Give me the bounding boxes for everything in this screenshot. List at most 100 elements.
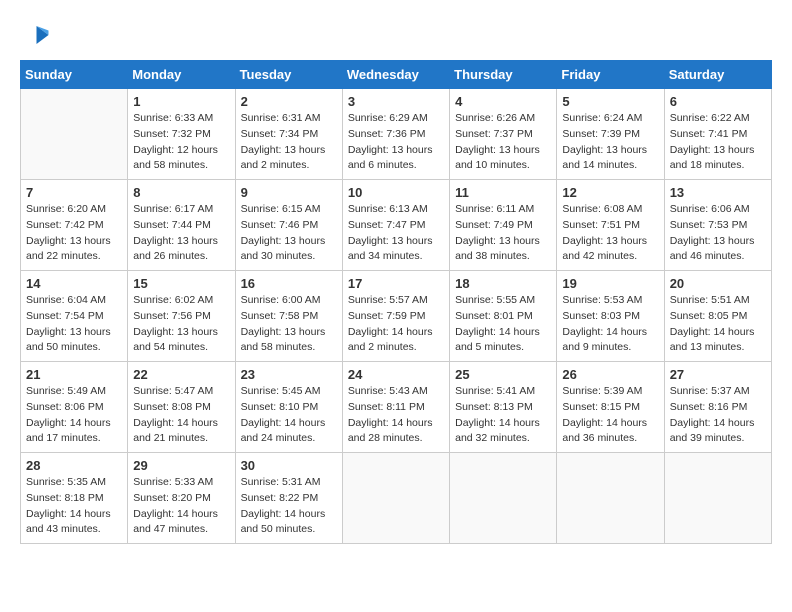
weekday-header: Monday [128,61,235,89]
day-number: 8 [133,185,229,200]
day-number: 22 [133,367,229,382]
calendar-cell [342,453,449,544]
calendar-cell: 10 Sunrise: 6:13 AMSunset: 7:47 PMDayligh… [342,180,449,271]
page-header [20,20,772,50]
calendar-cell: 29Sunrise: 5:33 AMSunset: 8:20 PMDayligh… [128,453,235,544]
weekday-header: Sunday [21,61,128,89]
calendar-cell: 16 Sunrise: 6:00 AMSunset: 7:58 PMDayligh… [235,271,342,362]
calendar-week-row: 28 Sunrise: 5:35 AMSunset: 8:18 PMDayligh… [21,453,772,544]
calendar-week-row: 7 Sunrise: 6:20 AMSunset: 7:42 PMDaylight… [21,180,772,271]
day-number: 21 [26,367,122,382]
day-info: Sunrise: 6:26 AMSunset: 7:37 PMDaylight:… [455,111,551,174]
calendar-cell: 6 Sunrise: 6:22 AMSunset: 7:41 PMDaylight… [664,89,771,180]
day-info: Sunrise: 6:15 AMSunset: 7:46 PMDaylight:… [241,202,337,265]
calendar-cell: 26 Sunrise: 5:39 AMSunset: 8:15 PMDayligh… [557,362,664,453]
calendar-cell: 13 Sunrise: 6:06 AMSunset: 7:53 PMDayligh… [664,180,771,271]
logo-icon [20,20,50,50]
day-info: Sunrise: 5:57 AMSunset: 7:59 PMDaylight:… [348,293,444,356]
day-number: 19 [562,276,658,291]
calendar-cell: 15Sunrise: 6:02 AMSunset: 7:56 PMDayligh… [128,271,235,362]
day-info: Sunrise: 6:17 AMSunset: 7:44 PMDaylight:… [133,202,229,265]
day-number: 3 [348,94,444,109]
day-number: 4 [455,94,551,109]
day-info: Sunrise: 6:20 AMSunset: 7:42 PMDaylight:… [26,202,122,265]
calendar-cell [450,453,557,544]
calendar-cell: 12 Sunrise: 6:08 AMSunset: 7:51 PMDayligh… [557,180,664,271]
calendar-cell: 22 Sunrise: 5:47 AMSunset: 8:08 PMDayligh… [128,362,235,453]
weekday-header: Friday [557,61,664,89]
day-number: 9 [241,185,337,200]
day-number: 16 [241,276,337,291]
day-number: 10 [348,185,444,200]
calendar-cell: 7 Sunrise: 6:20 AMSunset: 7:42 PMDaylight… [21,180,128,271]
day-number: 6 [670,94,766,109]
day-info: Sunrise: 5:49 AMSunset: 8:06 PMDaylight:… [26,384,122,447]
day-number: 15 [133,276,229,291]
calendar-cell: 11 Sunrise: 6:11 AMSunset: 7:49 PMDayligh… [450,180,557,271]
calendar-cell: 28 Sunrise: 5:35 AMSunset: 8:18 PMDayligh… [21,453,128,544]
day-info: Sunrise: 5:37 AMSunset: 8:16 PMDaylight:… [670,384,766,447]
day-info: Sunrise: 6:06 AMSunset: 7:53 PMDaylight:… [670,202,766,265]
day-number: 18 [455,276,551,291]
day-info: Sunrise: 5:31 AMSunset: 8:22 PMDaylight:… [241,475,337,538]
day-info: Sunrise: 5:47 AMSunset: 8:08 PMDaylight:… [133,384,229,447]
day-info: Sunrise: 5:55 AMSunset: 8:01 PMDaylight:… [455,293,551,356]
calendar-cell: 18 Sunrise: 5:55 AMSunset: 8:01 PMDayligh… [450,271,557,362]
day-number: 25 [455,367,551,382]
day-number: 11 [455,185,551,200]
day-number: 24 [348,367,444,382]
day-info: Sunrise: 5:41 AMSunset: 8:13 PMDaylight:… [455,384,551,447]
calendar-cell: 4 Sunrise: 6:26 AMSunset: 7:37 PMDaylight… [450,89,557,180]
weekday-header-row: SundayMondayTuesdayWednesdayThursdayFrid… [21,61,772,89]
calendar-cell: 3 Sunrise: 6:29 AMSunset: 7:36 PMDaylight… [342,89,449,180]
day-number: 5 [562,94,658,109]
day-number: 23 [241,367,337,382]
day-number: 29 [133,458,229,473]
day-number: 12 [562,185,658,200]
calendar-cell: 17 Sunrise: 5:57 AMSunset: 7:59 PMDayligh… [342,271,449,362]
calendar-cell: 19 Sunrise: 5:53 AMSunset: 8:03 PMDayligh… [557,271,664,362]
day-number: 14 [26,276,122,291]
day-number: 20 [670,276,766,291]
calendar-cell: 23 Sunrise: 5:45 AMSunset: 8:10 PMDayligh… [235,362,342,453]
calendar-cell: 8 Sunrise: 6:17 AMSunset: 7:44 PMDaylight… [128,180,235,271]
weekday-header: Wednesday [342,61,449,89]
day-info: Sunrise: 5:43 AMSunset: 8:11 PMDaylight:… [348,384,444,447]
day-info: Sunrise: 5:35 AMSunset: 8:18 PMDaylight:… [26,475,122,538]
calendar-cell [21,89,128,180]
day-info: Sunrise: 5:53 AMSunset: 8:03 PMDaylight:… [562,293,658,356]
day-info: Sunrise: 5:39 AMSunset: 8:15 PMDaylight:… [562,384,658,447]
day-number: 7 [26,185,122,200]
day-number: 13 [670,185,766,200]
day-info: Sunrise: 6:24 AMSunset: 7:39 PMDaylight:… [562,111,658,174]
calendar-week-row: 21 Sunrise: 5:49 AMSunset: 8:06 PMDayligh… [21,362,772,453]
day-info: Sunrise: 6:13 AMSunset: 7:47 PMDaylight:… [348,202,444,265]
weekday-header: Thursday [450,61,557,89]
calendar-cell: 1Sunrise: 6:33 AMSunset: 7:32 PMDaylight… [128,89,235,180]
day-info: Sunrise: 5:51 AMSunset: 8:05 PMDaylight:… [670,293,766,356]
day-number: 17 [348,276,444,291]
day-number: 27 [670,367,766,382]
day-info: Sunrise: 6:08 AMSunset: 7:51 PMDaylight:… [562,202,658,265]
day-number: 26 [562,367,658,382]
day-info: Sunrise: 6:11 AMSunset: 7:49 PMDaylight:… [455,202,551,265]
calendar-week-row: 14 Sunrise: 6:04 AMSunset: 7:54 PMDayligh… [21,271,772,362]
calendar-cell: 20 Sunrise: 5:51 AMSunset: 8:05 PMDayligh… [664,271,771,362]
day-number: 28 [26,458,122,473]
day-info: Sunrise: 5:45 AMSunset: 8:10 PMDaylight:… [241,384,337,447]
calendar-cell: 2Sunrise: 6:31 AMSunset: 7:34 PMDaylight… [235,89,342,180]
calendar-cell: 30 Sunrise: 5:31 AMSunset: 8:22 PMDayligh… [235,453,342,544]
calendar-cell [557,453,664,544]
weekday-header: Tuesday [235,61,342,89]
day-number: 30 [241,458,337,473]
calendar-week-row: 1Sunrise: 6:33 AMSunset: 7:32 PMDaylight… [21,89,772,180]
day-info: Sunrise: 6:33 AMSunset: 7:32 PMDaylight:… [133,111,229,174]
day-info: Sunrise: 6:04 AMSunset: 7:54 PMDaylight:… [26,293,122,356]
day-info: Sunrise: 6:29 AMSunset: 7:36 PMDaylight:… [348,111,444,174]
day-number: 2 [241,94,337,109]
calendar-cell: 21 Sunrise: 5:49 AMSunset: 8:06 PMDayligh… [21,362,128,453]
calendar-cell [664,453,771,544]
calendar-cell: 24 Sunrise: 5:43 AMSunset: 8:11 PMDayligh… [342,362,449,453]
day-info: Sunrise: 6:00 AMSunset: 7:58 PMDaylight:… [241,293,337,356]
day-info: Sunrise: 6:22 AMSunset: 7:41 PMDaylight:… [670,111,766,174]
